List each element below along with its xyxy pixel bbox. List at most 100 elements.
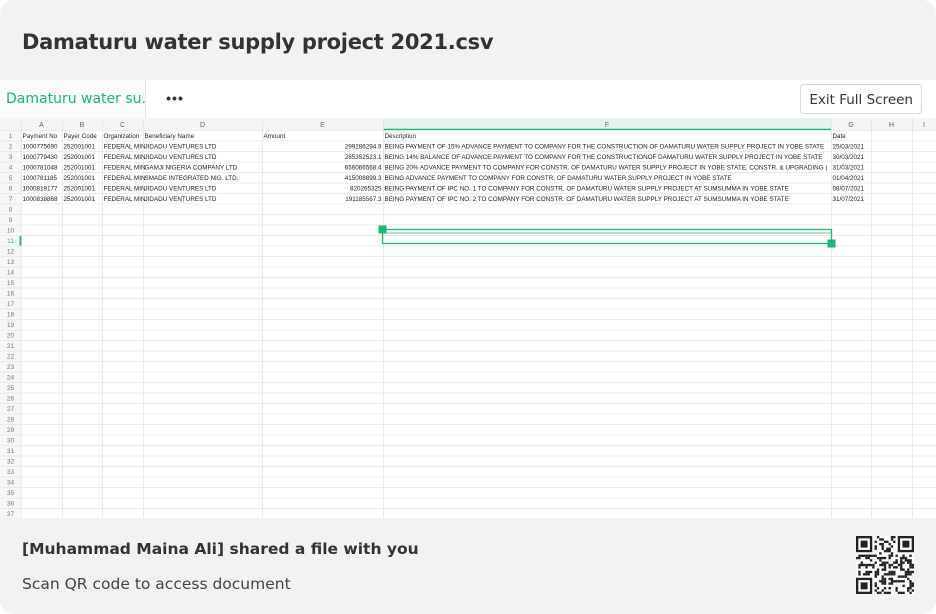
selection-handle[interactable] [827, 239, 836, 248]
cell-text[interactable]: 31/07/2021 [833, 196, 865, 203]
row-number[interactable]: 8 [9, 207, 13, 214]
cell-text[interactable]: 299286294.9 [345, 144, 382, 151]
cell-text[interactable]: 252001001 [64, 165, 96, 172]
cell-text[interactable]: BEING PAYMENT OF IPC NO. 2 TO COMPANY FO… [385, 196, 789, 203]
cell-text[interactable]: Payer Code [64, 133, 98, 140]
spreadsheet-grid[interactable]: A B C D E F G H I 1 2 3 4 5 6 7 8 9 10 11 12 13 14 15 16 17 18 19 20… [0, 118, 936, 518]
selection-box[interactable] [381, 228, 833, 245]
row-number[interactable]: 4 [9, 165, 13, 172]
cell-text[interactable]: FEDERAL MIN [104, 165, 147, 172]
cell-text[interactable]: Beneficiary Name [145, 133, 195, 140]
row-number[interactable]: 20 [7, 333, 15, 340]
column-letter[interactable]: G [848, 122, 853, 129]
row-number[interactable]: 17 [7, 301, 15, 308]
cell-text[interactable]: JIDADU VENTURES LTD [145, 154, 217, 161]
cell-text[interactable]: Date [833, 133, 847, 140]
row-number[interactable]: 16 [7, 291, 15, 298]
row-number[interactable]: 29 [7, 427, 15, 434]
column-letter[interactable]: B [80, 122, 85, 129]
cell-text[interactable]: 1000781185 [23, 175, 58, 182]
column-letter[interactable]: E [320, 122, 325, 129]
row-number[interactable]: 28 [7, 417, 15, 424]
row-number[interactable]: 32 [7, 459, 15, 466]
cell-text[interactable]: Description [385, 133, 417, 140]
row-number[interactable]: 18 [7, 312, 15, 319]
cell-text[interactable]: 252001001 [64, 144, 96, 151]
qr-code-icon[interactable] [856, 536, 914, 594]
row-number[interactable]: 33 [7, 469, 15, 476]
cell-text[interactable]: Organization [104, 133, 140, 140]
cell-text[interactable]: 191185567.3 [345, 196, 382, 203]
row-number[interactable]: 1 [9, 133, 13, 140]
selection-handle[interactable] [378, 225, 387, 234]
row-number[interactable]: 30 [7, 438, 15, 445]
row-number[interactable]: 27 [7, 406, 15, 413]
cell-text[interactable]: BEING ADVANCE PAYMENT TO COMPANY FOR CON… [385, 175, 732, 182]
row-number[interactable]: 7 [9, 196, 13, 203]
cell-text[interactable]: 1000819177 [23, 186, 59, 193]
cell-text[interactable]: 1000775690 [23, 144, 59, 151]
column-letter[interactable]: C [120, 122, 125, 129]
cell-text[interactable]: 252001001 [64, 186, 96, 193]
row-number[interactable]: 25 [7, 385, 15, 392]
cell-text[interactable]: 25/03/2021 [833, 144, 865, 151]
file-tab[interactable]: Damaturu water su... [0, 80, 146, 118]
cell-text[interactable]: 252001001 [64, 196, 96, 203]
cell-text[interactable]: Payment No [23, 133, 58, 140]
cell-text[interactable]: SMADE INTEGRATED NIG. LTD. [145, 175, 239, 182]
cell-text[interactable]: JIDADU VENTURES LTD [145, 196, 217, 203]
cell-text[interactable]: BEING 14% BALANCE OF ADVANCE PAYMENT TO … [385, 154, 823, 161]
column-letter[interactable]: A [39, 122, 44, 129]
cell-text[interactable]: FEDERAL MIN [104, 144, 147, 151]
row-number[interactable]: 22 [7, 354, 15, 361]
row-number[interactable]: 9 [9, 217, 13, 224]
row-number[interactable]: 19 [7, 322, 15, 329]
row-number[interactable]: 2 [9, 144, 13, 151]
row-number[interactable]: 3 [9, 154, 13, 161]
row-number[interactable]: 23 [7, 364, 15, 371]
column-letter[interactable]: I [923, 122, 925, 129]
column-letter[interactable]: D [200, 122, 205, 129]
cell-text[interactable]: FEDERAL MIN [104, 196, 147, 203]
row-number[interactable]: 15 [7, 280, 15, 287]
cell-text[interactable]: 1000779430 [23, 154, 59, 161]
cell-text[interactable]: BEING 20% ADVANCE PAYMENT TO COMPANY FOR… [385, 165, 829, 172]
cell-text[interactable]: 252001001 [64, 154, 96, 161]
cell-text[interactable]: FEDERAL MIN [104, 175, 147, 182]
more-options-icon[interactable]: ••• [160, 88, 190, 108]
cell-text[interactable]: 01/04/2021 [833, 175, 865, 182]
cell-text[interactable]: 415008899.3 [345, 175, 382, 182]
row-number[interactable]: 37 [7, 511, 15, 518]
row-number[interactable]: 26 [7, 396, 15, 403]
cell-text[interactable]: 1000781048 [23, 165, 59, 172]
column-letter[interactable]: F [605, 122, 609, 129]
row-number[interactable]: 11 [7, 238, 14, 245]
cell-text[interactable]: FEDERAL MIN [104, 154, 147, 161]
cell-text[interactable]: 31/03/2021 [833, 165, 865, 172]
row-number[interactable]: 34 [7, 480, 15, 487]
cell-text[interactable]: 656066568.4 [345, 165, 382, 172]
grid-canvas[interactable]: A B C D E F G H I1234567891011121314151617181920… [0, 118, 936, 518]
row-number[interactable]: 10 [7, 228, 15, 235]
cell-text[interactable]: BEING PAYMENT OF IPC NO. 1 TO COMPANY FO… [385, 186, 789, 193]
cell-text[interactable]: 820265325 [350, 186, 382, 193]
exit-full-screen-button[interactable]: Exit Full Screen [800, 84, 922, 114]
cell-text[interactable]: 30/03/2021 [833, 154, 865, 161]
row-number[interactable]: 35 [7, 490, 15, 497]
row-number[interactable]: 36 [7, 501, 15, 508]
cell-text[interactable]: 08/07/2021 [833, 186, 865, 193]
row-number[interactable]: 6 [9, 186, 13, 193]
cell-text[interactable]: Amount [264, 133, 286, 140]
row-number[interactable]: 13 [7, 259, 15, 266]
cell-text[interactable]: 285352523.1 [345, 154, 382, 161]
row-number[interactable]: 5 [9, 175, 13, 182]
row-number[interactable]: 14 [7, 270, 15, 277]
cell-text[interactable]: JIDADU VENTURES LTD [145, 144, 217, 151]
row-number[interactable]: 21 [7, 343, 15, 350]
row-number[interactable]: 24 [7, 375, 15, 382]
cell-text[interactable]: FEDERAL MIN [104, 186, 147, 193]
column-letter[interactable]: H [889, 122, 894, 129]
cell-text[interactable]: JIDADU VENTURES LTD [145, 186, 217, 193]
cell-text[interactable]: GAMJI NIGERIA COMPANY LTD [145, 165, 238, 172]
cell-text[interactable]: BEING PAYMENT OF 15% ADVANCE PAYMENT TO … [385, 144, 825, 151]
